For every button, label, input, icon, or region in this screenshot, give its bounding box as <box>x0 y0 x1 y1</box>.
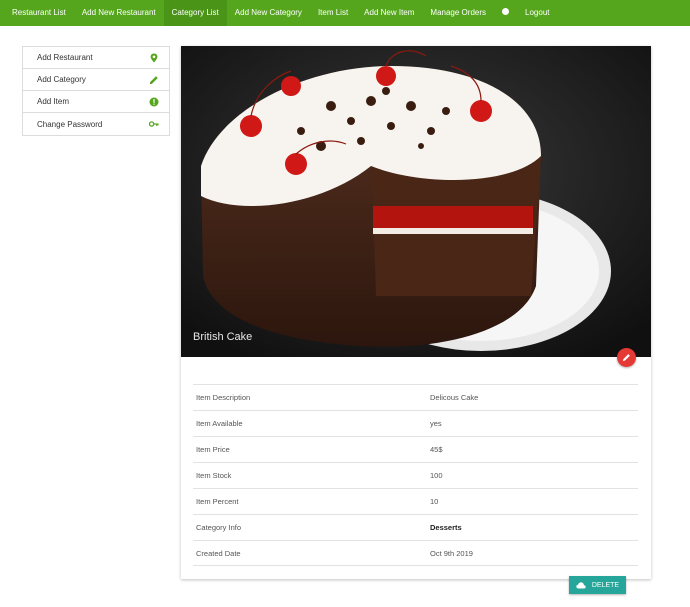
item-details-table: Item Description Delicous Cake Item Avai… <box>193 384 638 566</box>
edit-item-button[interactable] <box>617 348 636 367</box>
nav-item-list[interactable]: Item List <box>310 0 356 26</box>
table-row: Item Percent 10 <box>193 488 638 514</box>
pencil-icon <box>622 354 630 362</box>
sidebar-item-add-category[interactable]: Add Category <box>23 69 169 91</box>
detail-value: Oct 9th 2019 <box>430 548 473 558</box>
pencil-icon <box>150 75 158 84</box>
nav-logout[interactable]: Logout <box>517 0 557 26</box>
table-row: Item Price 45$ <box>193 436 638 462</box>
sidebar-item-add-restaurant[interactable]: Add Restaurant <box>23 47 169 69</box>
detail-label: Category Info <box>196 523 242 532</box>
nav-add-new-item[interactable]: Add New Item <box>356 0 422 26</box>
nav-restaurant-list[interactable]: Restaurant List <box>4 0 74 26</box>
nav-add-new-category[interactable]: Add New Category <box>227 0 310 26</box>
table-row: Created Date Oct 9th 2019 <box>193 540 638 566</box>
info-icon <box>149 97 159 106</box>
cloud-icon <box>576 581 586 588</box>
category-link[interactable]: Desserts <box>430 523 462 532</box>
table-row: Item Stock 100 <box>193 462 638 488</box>
item-detail-card: British Cake Item Description Delicous C… <box>181 46 651 579</box>
globe-icon <box>502 8 510 16</box>
table-row: Item Description Delicous Cake <box>193 384 638 410</box>
sidebar-item-label: Add Category <box>37 75 86 84</box>
table-row: Item Available yes <box>193 410 638 436</box>
sidebar-item-label: Add Item <box>37 97 70 106</box>
detail-label: Item Stock <box>196 471 232 480</box>
key-icon <box>149 121 159 127</box>
sidebar-item-label: Change Password <box>37 119 103 129</box>
location-pin-icon <box>150 53 158 62</box>
detail-value: 10 <box>430 497 439 506</box>
item-image: British Cake <box>181 46 651 357</box>
detail-value: Delicous Cake <box>430 393 479 402</box>
detail-label: Item Description <box>196 393 251 402</box>
detail-value: yes <box>430 419 442 428</box>
detail-value: 45$ <box>430 445 443 454</box>
delete-button[interactable]: DELETE <box>569 576 626 594</box>
nav-category-list[interactable]: Category List <box>163 0 227 26</box>
detail-label: Item Available <box>196 419 243 428</box>
delete-label: DELETE <box>591 581 620 589</box>
table-row: Category Info Desserts <box>193 514 638 540</box>
sidebar-item-change-password[interactable]: Change Password <box>23 113 169 135</box>
top-navbar: Restaurant List Add New Restaurant Categ… <box>0 0 690 26</box>
nav-language[interactable] <box>494 0 517 26</box>
cake-photo <box>181 46 651 357</box>
detail-label: Item Price <box>196 445 230 454</box>
detail-value: 100 <box>430 471 443 480</box>
detail-label: Created Date <box>196 548 241 558</box>
detail-label: Item Percent <box>196 497 239 506</box>
sidebar-item-label: Add Restaurant <box>37 53 93 62</box>
sidebar-item-add-item[interactable]: Add Item <box>23 91 169 113</box>
nav-manage-orders[interactable]: Manage Orders <box>422 0 494 26</box>
sidebar-menu: Add Restaurant Add Category Add Item Cha… <box>22 46 170 136</box>
image-caption: British Cake <box>193 331 253 343</box>
nav-add-new-restaurant[interactable]: Add New Restaurant <box>74 0 164 26</box>
